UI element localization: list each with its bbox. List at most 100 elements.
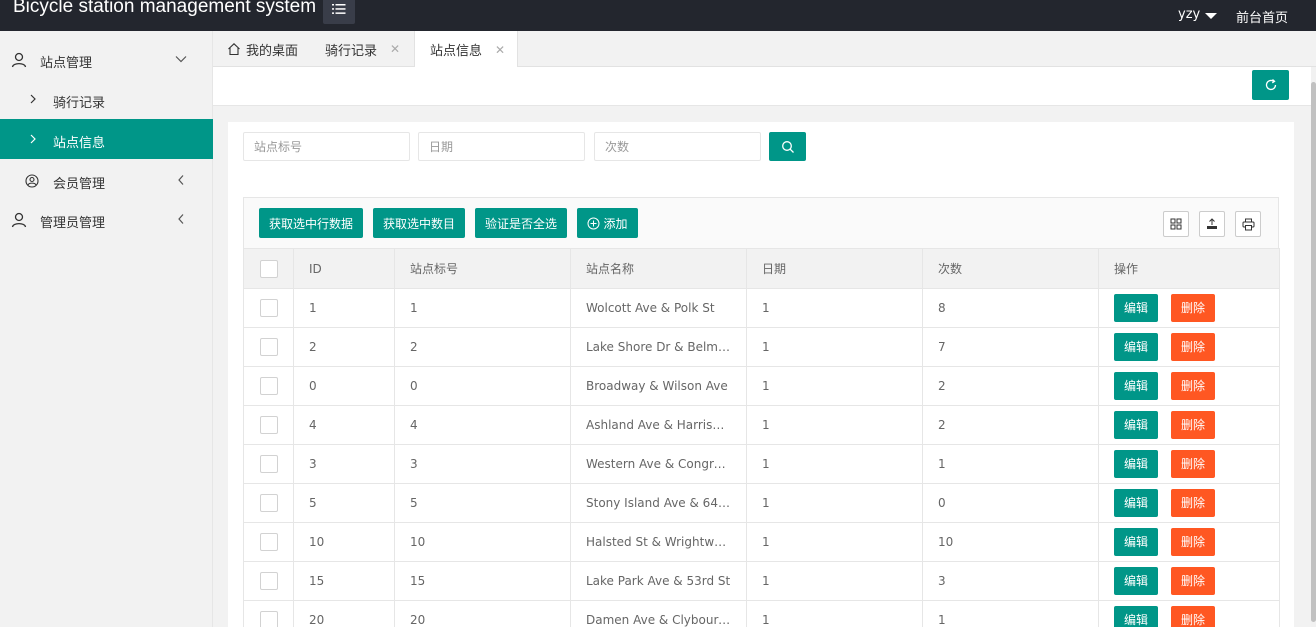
sidebar-item-admin-management[interactable]: 管理员管理 [0, 200, 213, 240]
cell-date: 1 [746, 483, 923, 523]
get-selected-count-button[interactable]: 获取选中数目 [373, 208, 465, 238]
row-checkbox-cell [243, 327, 294, 367]
get-selected-rows-button[interactable]: 获取选中行数据 [259, 208, 363, 238]
delete-button[interactable]: 删除 [1171, 333, 1215, 361]
refresh-button[interactable] [1252, 70, 1289, 100]
edit-button[interactable]: 编辑 [1114, 567, 1158, 595]
print-button[interactable] [1235, 211, 1261, 237]
row-checkbox[interactable] [259, 455, 278, 473]
edit-button[interactable]: 编辑 [1114, 372, 1158, 400]
export-button[interactable] [1199, 211, 1225, 237]
cell-actions: 编辑 删除 [1098, 444, 1280, 484]
sidebar-item-station-info[interactable]: 站点信息 [0, 119, 213, 159]
row-checkbox[interactable] [259, 416, 278, 434]
cell-station-name: Halsted St & Wrightwood Ave [570, 522, 747, 562]
edit-button[interactable]: 编辑 [1114, 489, 1158, 517]
user-circle-icon [25, 174, 39, 188]
sidebar-item-ride-records[interactable]: 骑行记录 [0, 80, 213, 120]
scrollbar[interactable] [1311, 67, 1316, 627]
check-all-selected-button[interactable]: 验证是否全选 [475, 208, 567, 238]
row-checkbox[interactable] [259, 377, 278, 395]
sidebar-item-station-management[interactable]: 站点管理 [0, 40, 213, 80]
sidebar-item-member-management[interactable]: 会员管理 [0, 161, 213, 201]
table-row: 4 4 Ashland Ave & Harrison St 1 2 编辑 删除 [243, 405, 1280, 445]
row-checkbox[interactable] [259, 572, 278, 590]
row-checkbox[interactable] [259, 299, 278, 317]
caret-down-icon [1205, 12, 1218, 19]
scrollbar-thumb[interactable] [1311, 82, 1316, 622]
column-header-count[interactable]: 次数 [922, 248, 1099, 289]
column-header-station-no[interactable]: 站点标号 [394, 248, 571, 289]
cell-date: 1 [746, 600, 923, 627]
row-checkbox[interactable] [259, 494, 278, 512]
cell-station-name: Ashland Ave & Harrison St [570, 405, 747, 445]
chevron-right-icon [28, 133, 38, 145]
cell-date: 1 [746, 405, 923, 445]
station-no-search-input[interactable] [243, 132, 410, 161]
column-header-date[interactable]: 日期 [746, 248, 923, 289]
delete-button[interactable]: 删除 [1171, 372, 1215, 400]
cell-station-no: 4 [394, 405, 571, 445]
edit-button[interactable]: 编辑 [1114, 294, 1158, 322]
delete-button[interactable]: 删除 [1171, 489, 1215, 517]
chevron-down-icon [175, 53, 187, 69]
tab-label: 站点信息 [430, 44, 483, 59]
cell-station-name: Western Ave & Congress Pkwy [570, 444, 747, 484]
cell-actions: 编辑 删除 [1098, 483, 1280, 523]
app-title: Bicycle station management system [13, 0, 317, 17]
menu-toggle-button[interactable] [323, 0, 355, 24]
delete-button[interactable]: 删除 [1171, 294, 1215, 322]
home-icon [228, 43, 240, 56]
front-page-link[interactable]: 前台首页 [1236, 7, 1288, 26]
cell-date: 1 [746, 522, 923, 562]
add-button[interactable]: 添加 [577, 208, 638, 238]
tab-my-desktop[interactable]: 我的桌面 [227, 31, 298, 67]
table-row: 5 5 Stony Island Ave & 64th St 1 0 编辑 删除 [243, 483, 1280, 523]
tab-ride-records[interactable]: 骑行记录 ✕ [325, 31, 400, 67]
edit-button[interactable]: 编辑 [1114, 333, 1158, 361]
close-icon[interactable]: ✕ [495, 43, 505, 57]
row-checkbox-cell [243, 483, 294, 523]
tab-label: 我的桌面 [246, 43, 299, 59]
date-search-input[interactable] [418, 132, 585, 161]
top-bar: Bicycle station management system yzy 前台… [0, 0, 1316, 31]
cell-station-no: 0 [394, 366, 571, 406]
table-header-row: ID 站点标号 站点名称 日期 次数 操作 [243, 248, 1280, 289]
delete-button[interactable]: 删除 [1171, 606, 1215, 627]
cell-actions: 编辑 删除 [1098, 522, 1280, 562]
delete-button[interactable]: 删除 [1171, 411, 1215, 439]
table-row: 3 3 Western Ave & Congress Pkwy 1 1 编辑删除 [243, 444, 1280, 484]
column-header-station-name[interactable]: 站点名称 [570, 248, 747, 289]
cell-station-no: 3 [394, 444, 571, 484]
columns-filter-button[interactable] [1163, 211, 1189, 237]
delete-button[interactable]: 删除 [1171, 528, 1215, 556]
user-menu[interactable]: yzy [1178, 7, 1218, 22]
cell-station-no: 2 [394, 327, 571, 367]
edit-button[interactable]: 编辑 [1114, 528, 1158, 556]
delete-button[interactable]: 删除 [1171, 567, 1215, 595]
edit-button[interactable]: 编辑 [1114, 411, 1158, 439]
tab-station-info[interactable]: 站点信息 ✕ [414, 31, 518, 68]
export-icon [1207, 218, 1217, 229]
user-icon [11, 212, 27, 228]
search-button[interactable] [769, 132, 806, 161]
chevron-right-icon [28, 93, 38, 105]
row-checkbox[interactable] [259, 338, 278, 356]
cell-count: 2 [922, 405, 1099, 445]
cell-station-no: 20 [394, 600, 571, 627]
delete-button[interactable]: 删除 [1171, 450, 1215, 478]
cell-count: 2 [922, 366, 1099, 406]
cell-id: 4 [293, 405, 395, 445]
column-header-actions: 操作 [1098, 248, 1280, 289]
count-search-input[interactable] [594, 132, 761, 161]
column-header-id[interactable]: ID [293, 248, 395, 289]
row-checkbox[interactable] [259, 611, 278, 627]
edit-button[interactable]: 编辑 [1114, 450, 1158, 478]
cell-actions: 编辑 删除 [1098, 405, 1280, 445]
select-all-checkbox[interactable] [259, 259, 278, 278]
plus-circle-icon [587, 217, 600, 229]
cell-count: 8 [922, 288, 1099, 328]
row-checkbox[interactable] [259, 533, 278, 551]
close-icon[interactable]: ✕ [390, 42, 400, 56]
edit-button[interactable]: 编辑 [1114, 606, 1158, 627]
